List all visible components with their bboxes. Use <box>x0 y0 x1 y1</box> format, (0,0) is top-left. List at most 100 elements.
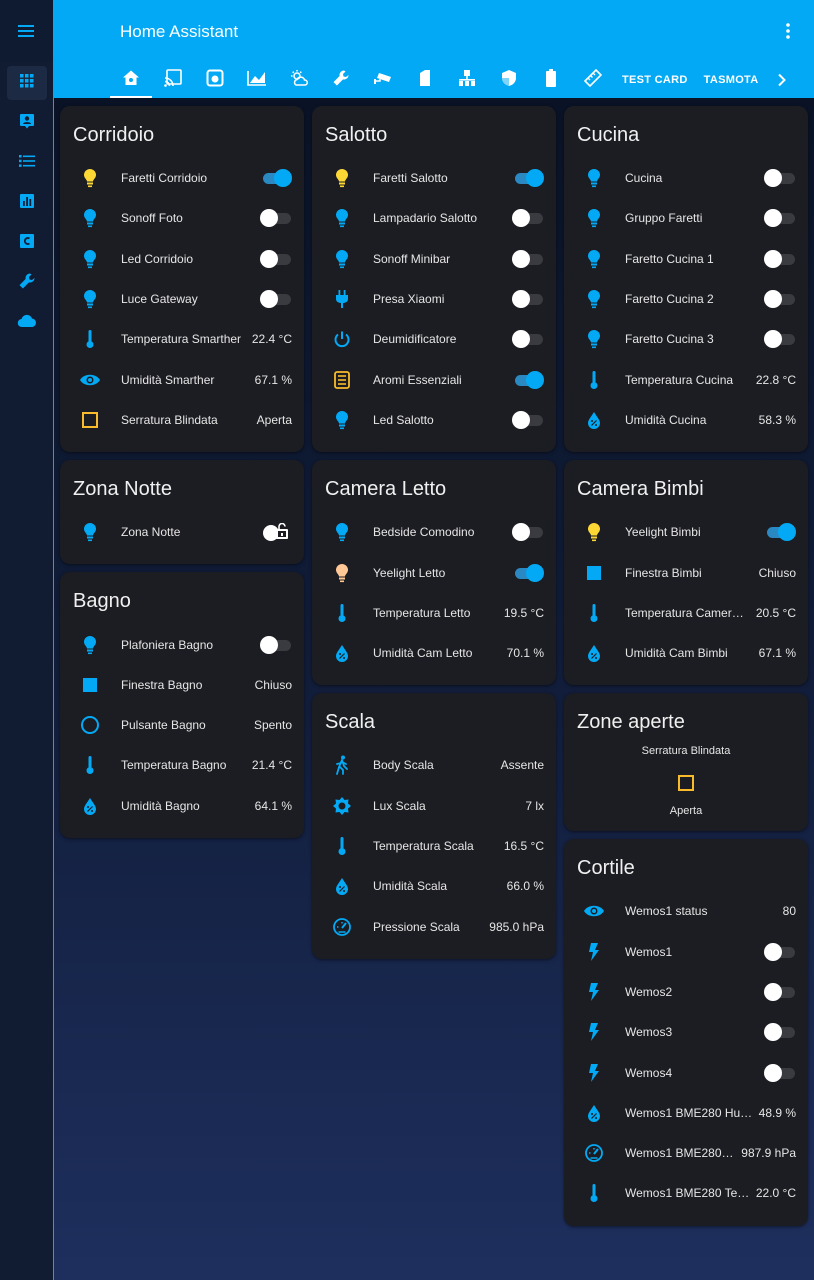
entity-row-wemos3[interactable]: Wemos3 <box>564 1012 808 1052</box>
entity-row-presa-xiaomi[interactable]: Presa Xiaomi <box>312 279 556 319</box>
tab-network[interactable] <box>446 62 488 98</box>
entity-toggle[interactable] <box>512 563 544 582</box>
entity-row-temperatura-scala[interactable]: Temperatura Scala 16.5 °C <box>312 826 556 866</box>
tab-camera[interactable] <box>194 62 236 98</box>
entity-toggle[interactable] <box>764 942 796 961</box>
entity-row-temperatura-smarther[interactable]: Temperatura Smarther 22.4 °C <box>60 319 304 359</box>
tab-battery[interactable] <box>530 62 572 98</box>
entity-row-bedside-comodino[interactable]: Bedside Comodino <box>312 512 556 552</box>
entity-row-wemos1-status[interactable]: Wemos1 status 80 <box>564 891 808 931</box>
entity-row-deumidificatore[interactable]: Deumidificatore <box>312 319 556 359</box>
entity-toggle[interactable] <box>260 635 292 654</box>
sidebar-item-dashboard-grid[interactable] <box>6 66 47 100</box>
entity-row-zona-notte[interactable]: Zona Notte <box>60 512 304 552</box>
entity-toggle[interactable] <box>260 169 292 188</box>
tab-chart-line[interactable] <box>236 62 278 98</box>
entity-row-lux-scala[interactable]: Lux Scala 7 lx <box>312 786 556 826</box>
entity-row-pulsante-bagno[interactable]: Pulsante Bagno Spento <box>60 705 304 745</box>
tab-door[interactable] <box>404 62 446 98</box>
entity-toggle[interactable] <box>512 290 544 309</box>
entity-row-luce-gateway[interactable]: Luce Gateway <box>60 279 304 319</box>
entity-row-pressione-scala[interactable]: Pressione Scala 985.0 hPa <box>312 906 556 946</box>
more-vertical-icon[interactable] <box>784 22 792 40</box>
entity-toggle[interactable] <box>512 410 544 429</box>
entity-toggle[interactable] <box>512 330 544 349</box>
entity-toggle[interactable] <box>260 249 292 268</box>
tab-tasmota[interactable]: TASMOTA <box>696 62 767 98</box>
tab-shield[interactable] <box>488 62 530 98</box>
overflow-menu-button[interactable] <box>784 22 792 45</box>
entity-row-wemos1-bme280-tem[interactable]: Wemos1 BME280 Tem... 22.0 °C <box>564 1173 808 1213</box>
entity-row-sonoff-minibar[interactable]: Sonoff Minibar <box>312 239 556 279</box>
entity-toggle[interactable] <box>764 330 796 349</box>
entity-row-sonoff-foto[interactable]: Sonoff Foto <box>60 198 304 238</box>
entity-row-lampadario-salotto[interactable]: Lampadario Salotto <box>312 198 556 238</box>
entity-row-umidit-cam-letto[interactable]: Umidità Cam Letto 70.1 % <box>312 633 556 673</box>
entity-row-umidit-smarther[interactable]: Umidità Smarther 67.1 % <box>60 359 304 399</box>
entity-toggle[interactable] <box>512 523 544 542</box>
entity-row-wemos1-bme280-humi[interactable]: Wemos1 BME280 Humi... 48.9 % <box>564 1093 808 1133</box>
hamburger-icon[interactable] <box>17 24 36 38</box>
entity-toggle[interactable] <box>764 290 796 309</box>
sidebar-item-c-box[interactable] <box>7 226 47 260</box>
sidebar-item-account-box[interactable] <box>7 106 47 140</box>
tabs-scroll-right-button[interactable] <box>767 62 797 98</box>
lock-toggle[interactable] <box>262 522 292 542</box>
entity-toggle[interactable] <box>512 249 544 268</box>
entity-row-cucina[interactable]: Cucina <box>564 158 808 198</box>
sidebar-item-list[interactable] <box>7 146 47 180</box>
tab-cast[interactable] <box>152 62 194 98</box>
entity-row-umidit-cam-bimbi[interactable]: Umidità Cam Bimbi 67.1 % <box>564 633 808 673</box>
entity-row-faretti-corridoio[interactable]: Faretti Corridoio <box>60 158 304 198</box>
entity-row-umidit-scala[interactable]: Umidità Scala 66.0 % <box>312 866 556 906</box>
entity-toggle[interactable] <box>260 209 292 228</box>
tab-ruler[interactable] <box>572 62 614 98</box>
entity-row-faretto-cucina-2[interactable]: Faretto Cucina 2 <box>564 279 808 319</box>
entity-row-temperatura-camera-b[interactable]: Temperatura Camera B... 20.5 °C <box>564 593 808 633</box>
entity-toggle[interactable] <box>764 1023 796 1042</box>
entity-row-temperatura-cucina[interactable]: Temperatura Cucina 22.8 °C <box>564 359 808 399</box>
zone-entity[interactable]: Serratura Blindata Aperta <box>564 745 808 817</box>
entity-row-wemos4[interactable]: Wemos4 <box>564 1052 808 1092</box>
entity-row-wemos1-bme280-p[interactable]: Wemos1 BME280 P... 987.9 hPa <box>564 1133 808 1173</box>
entity-row-temperatura-letto[interactable]: Temperatura Letto 19.5 °C <box>312 593 556 633</box>
entity-toggle[interactable] <box>764 983 796 1001</box>
entity-toggle[interactable] <box>512 209 544 228</box>
entity-row-wemos1[interactable]: Wemos1 <box>564 932 808 972</box>
entity-row-aromi-essenziali[interactable]: Aromi Essenziali <box>312 359 556 399</box>
entity-row-yeelight-bimbi[interactable]: Yeelight Bimbi <box>564 512 808 552</box>
entity-row-yeelight-letto[interactable]: Yeelight Letto <box>312 552 556 592</box>
tab-test-card[interactable]: TEST CARD <box>614 62 696 98</box>
entity-row-umidit-cucina[interactable]: Umidità Cucina 58.3 % <box>564 400 808 440</box>
tab-wrench[interactable] <box>320 62 362 98</box>
tab-home[interactable] <box>110 62 152 98</box>
entity-row-umidit-bagno[interactable]: Umidità Bagno 64.1 % <box>60 786 304 826</box>
tab-weather[interactable] <box>278 62 320 98</box>
sidebar-item-cloud[interactable] <box>7 306 47 340</box>
entity-row-faretto-cucina-3[interactable]: Faretto Cucina 3 <box>564 319 808 359</box>
sidebar-item-wrench[interactable] <box>7 266 47 300</box>
entity-toggle[interactable] <box>764 209 796 228</box>
entity-row-plafoniera-bagno[interactable]: Plafoniera Bagno <box>60 624 304 664</box>
chevron-right-icon[interactable] <box>777 73 787 87</box>
sidebar-item-chart[interactable] <box>7 186 47 220</box>
tab-cctv[interactable] <box>362 62 404 98</box>
entity-toggle[interactable] <box>764 523 796 542</box>
entity-row-body-scala[interactable]: Body Scala Assente <box>312 745 556 785</box>
entity-row-faretti-salotto[interactable]: Faretti Salotto <box>312 158 556 198</box>
entity-toggle[interactable] <box>260 290 292 309</box>
entity-row-finestra-bagno[interactable]: Finestra Bagno Chiuso <box>60 665 304 705</box>
entity-toggle[interactable] <box>764 1063 796 1082</box>
entity-toggle[interactable] <box>764 249 796 268</box>
entity-toggle[interactable] <box>512 370 544 389</box>
entity-row-led-salotto[interactable]: Led Salotto <box>312 400 556 440</box>
entity-row-wemos2[interactable]: Wemos2 <box>564 972 808 1012</box>
entity-toggle[interactable] <box>512 169 544 188</box>
entity-toggle[interactable] <box>764 169 796 188</box>
entity-row-led-corridoio[interactable]: Led Corridoio <box>60 239 304 279</box>
menu-button[interactable] <box>0 0 53 62</box>
entity-row-faretto-cucina-1[interactable]: Faretto Cucina 1 <box>564 239 808 279</box>
entity-row-temperatura-bagno[interactable]: Temperatura Bagno 21.4 °C <box>60 745 304 785</box>
entity-row-serratura-blindata[interactable]: Serratura Blindata Aperta <box>60 400 304 440</box>
entity-row-finestra-bimbi[interactable]: Finestra Bimbi Chiuso <box>564 552 808 592</box>
